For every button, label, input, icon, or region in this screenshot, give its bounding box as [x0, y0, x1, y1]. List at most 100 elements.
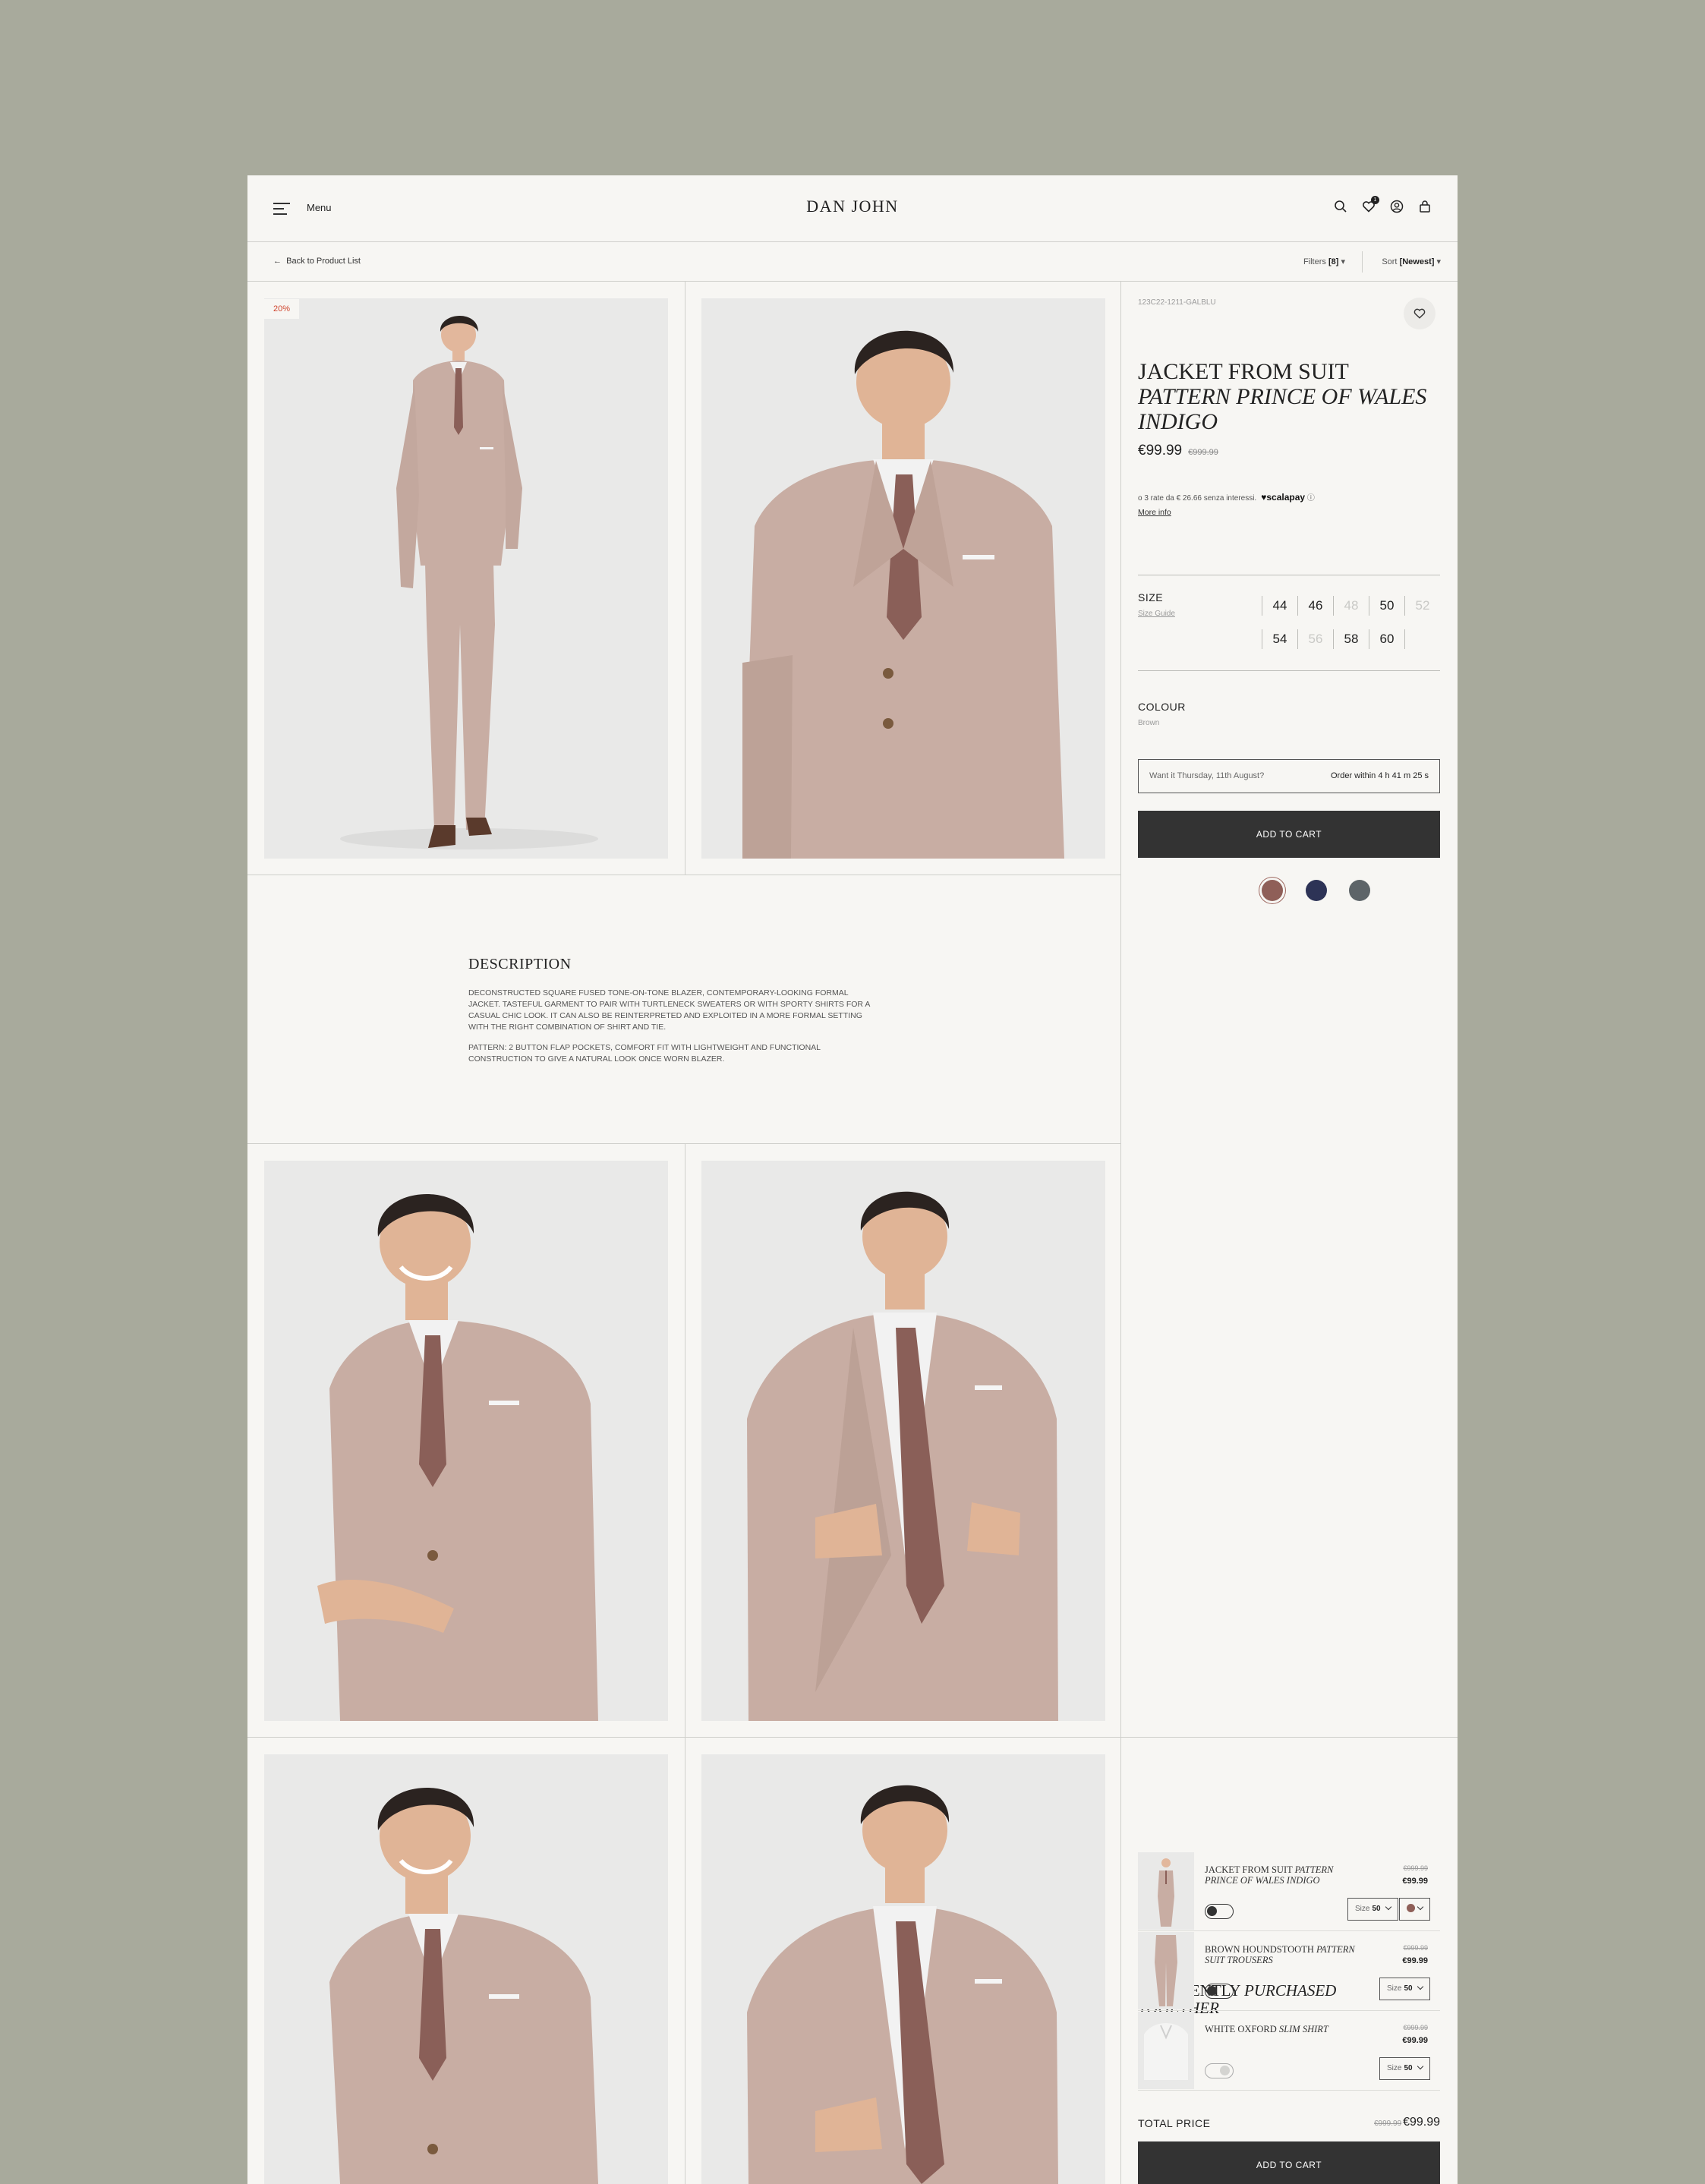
divider [1138, 1930, 1440, 1931]
bundle-size-select[interactable]: Size 50 [1347, 1898, 1398, 1921]
bundle-size-select[interactable]: Size 50 [1379, 1978, 1430, 2000]
toolbar: ← Back to Product List Filters [8] ▾ Sor… [247, 242, 1458, 282]
divider [1138, 2010, 1440, 2011]
size-guide-link[interactable]: Size Guide [1138, 610, 1175, 618]
product-title-line: JACKET FROM SUIT [1138, 359, 1349, 384]
size-label: SIZE [1138, 591, 1164, 604]
heart-icon [1413, 308, 1426, 319]
size-option-44[interactable]: 44 [1262, 596, 1297, 616]
bundle-item-name: WHITE OXFORD SLIM SHIRT [1205, 2024, 1364, 2034]
bundle-size-select[interactable]: Size 50 [1379, 2057, 1430, 2080]
product-title-line: INDIGO [1138, 409, 1218, 434]
bundle-item-name-part: BROWN HOUNDSTOOTH [1205, 1944, 1314, 1955]
bundle-item-old-price: €999.99 [1403, 1944, 1428, 1952]
cart-icon[interactable] [1418, 200, 1432, 213]
product-image-4[interactable] [701, 1161, 1105, 1721]
size-row-2: 54 56 58 60 [1262, 629, 1405, 649]
product-image-1[interactable] [264, 298, 668, 859]
chevron-down-icon [1417, 1903, 1424, 1911]
header-actions: 1 [1334, 196, 1432, 213]
bundle-item-name: BROWN HOUNDSTOOTH PATTERN SUIT TROUSERS [1205, 1944, 1364, 1965]
description-title: DESCRIPTION [468, 956, 572, 972]
size-select-value: 50 [1372, 1905, 1381, 1913]
chevron-down-icon [1385, 1903, 1391, 1911]
account-icon[interactable] [1390, 200, 1404, 213]
site-header: Menu DAN JOHN 1 [247, 175, 1458, 242]
delivery-estimate: Want it Thursday, 11th August? Order wit… [1138, 759, 1440, 793]
size-option-48: 48 [1333, 596, 1369, 616]
size-option-50[interactable]: 50 [1369, 596, 1404, 616]
chevron-down-icon [1417, 1983, 1423, 1990]
bundle-item-thumbnail[interactable] [1138, 1932, 1194, 2009]
product-sku: 123C22-1211-GALBLU [1138, 298, 1216, 307]
bundle-item-price: €99.99 [1402, 2036, 1428, 2045]
bundle-item-old-price: €999.99 [1403, 1864, 1428, 1872]
search-icon[interactable] [1334, 200, 1347, 213]
product-image-6[interactable] [701, 1754, 1105, 2184]
colour-dot [1407, 1903, 1415, 1912]
installment-text: o 3 rate da € 26.66 senza interessi. [1138, 494, 1257, 503]
size-option-54[interactable]: 54 [1262, 629, 1297, 649]
product-title-line: PATTERN PRINCE OF WALES [1138, 384, 1427, 409]
total-price: €99.99 [1403, 2116, 1440, 2129]
bundle-item-price: €99.99 [1402, 1956, 1428, 1965]
back-to-list-link[interactable]: ← Back to Product List [273, 257, 361, 266]
product-page: Menu DAN JOHN 1 ← Back to Product List F… [247, 175, 1458, 2184]
product-image-5[interactable] [264, 1754, 668, 2184]
divider [1138, 2090, 1440, 2091]
bundle-item-toggle[interactable] [1205, 1904, 1234, 1919]
size-row-end [1404, 629, 1405, 649]
sort-button[interactable]: Sort [Newest] ▾ [1382, 257, 1441, 266]
sort-label: Sort [1382, 257, 1398, 266]
scalapay-logo: ♥scalapay [1261, 492, 1306, 503]
size-select-label: Size [1387, 1984, 1402, 1993]
bundle-item-toggle[interactable] [1205, 2063, 1234, 2078]
add-to-cart-button[interactable]: ADD TO CART [1138, 811, 1440, 858]
size-row-1: 44 46 48 50 52 [1262, 596, 1440, 616]
colour-label: COLOUR [1138, 701, 1186, 713]
colour-swatch-brown[interactable] [1262, 880, 1283, 901]
wishlist-icon[interactable]: 1 [1362, 196, 1379, 213]
bundle-item-name-part: JACKET FROM SUIT [1205, 1864, 1293, 1875]
colour-value: Brown [1138, 719, 1160, 727]
chevron-down-icon: ▾ [1341, 257, 1345, 266]
product-price: €99.99 €999.99 [1138, 443, 1218, 459]
product-image-3[interactable] [264, 1161, 668, 1721]
add-to-wishlist-button[interactable] [1404, 298, 1436, 329]
size-option-58[interactable]: 58 [1333, 629, 1369, 649]
filters-count: [8] [1328, 257, 1339, 266]
bundle-item-price: €99.99 [1402, 1877, 1428, 1886]
product-image-2[interactable] [701, 298, 1105, 859]
filters-label: Filters [1303, 257, 1326, 266]
size-option-60[interactable]: 60 [1369, 629, 1404, 649]
brand-logo[interactable]: DAN JOHN [247, 197, 1458, 216]
total-price-label: TOTAL PRICE [1138, 2117, 1211, 2129]
bundle-item: JACKET FROM SUIT PATTERN PRINCE OF WALES… [1138, 1852, 1440, 1930]
bundle-item-thumbnail[interactable] [1138, 2012, 1194, 2089]
bundle-add-to-cart-button[interactable]: ADD TO CART [1138, 2141, 1440, 2184]
delivery-question: Want it Thursday, 11th August? [1149, 771, 1265, 780]
size-select-label: Size [1355, 1905, 1370, 1913]
bundle-item-name-part: SLIM SHIRT [1278, 2024, 1328, 2034]
toolbar-divider [1362, 251, 1363, 273]
total-old-price: €999.99 [1374, 2119, 1402, 2128]
size-select-label: Size [1387, 2064, 1402, 2072]
divider [1138, 670, 1440, 671]
bundle-item-old-price: €999.99 [1403, 2024, 1428, 2031]
filters-button[interactable]: Filters [8] ▾ [1303, 257, 1345, 266]
size-option-46[interactable]: 46 [1297, 596, 1333, 616]
info-icon[interactable]: ⓘ [1307, 494, 1315, 503]
colour-swatch-grey[interactable] [1349, 880, 1370, 901]
colour-swatch-navy[interactable] [1306, 880, 1327, 901]
sort-value: [Newest] [1399, 257, 1435, 266]
bundle-item-thumbnail[interactable] [1138, 1852, 1194, 1930]
bundle-colour-select[interactable] [1399, 1898, 1430, 1921]
delivery-timer: Order within 4 h 41 m 25 s [1330, 771, 1429, 780]
bundle-item-toggle[interactable] [1205, 1984, 1234, 1999]
more-info-link[interactable]: More info [1138, 508, 1171, 517]
discount-badge: 20% [264, 299, 299, 319]
grid-divider [1120, 282, 1121, 2184]
description-paragraph-2: PATTERN: 2 BUTTON FLAP POCKETS, COMFORT … [468, 1043, 821, 1064]
bundle-item: BROWN HOUNDSTOOTH PATTERN SUIT TROUSERS … [1138, 1932, 1440, 2009]
grid-divider [247, 1143, 1121, 1144]
